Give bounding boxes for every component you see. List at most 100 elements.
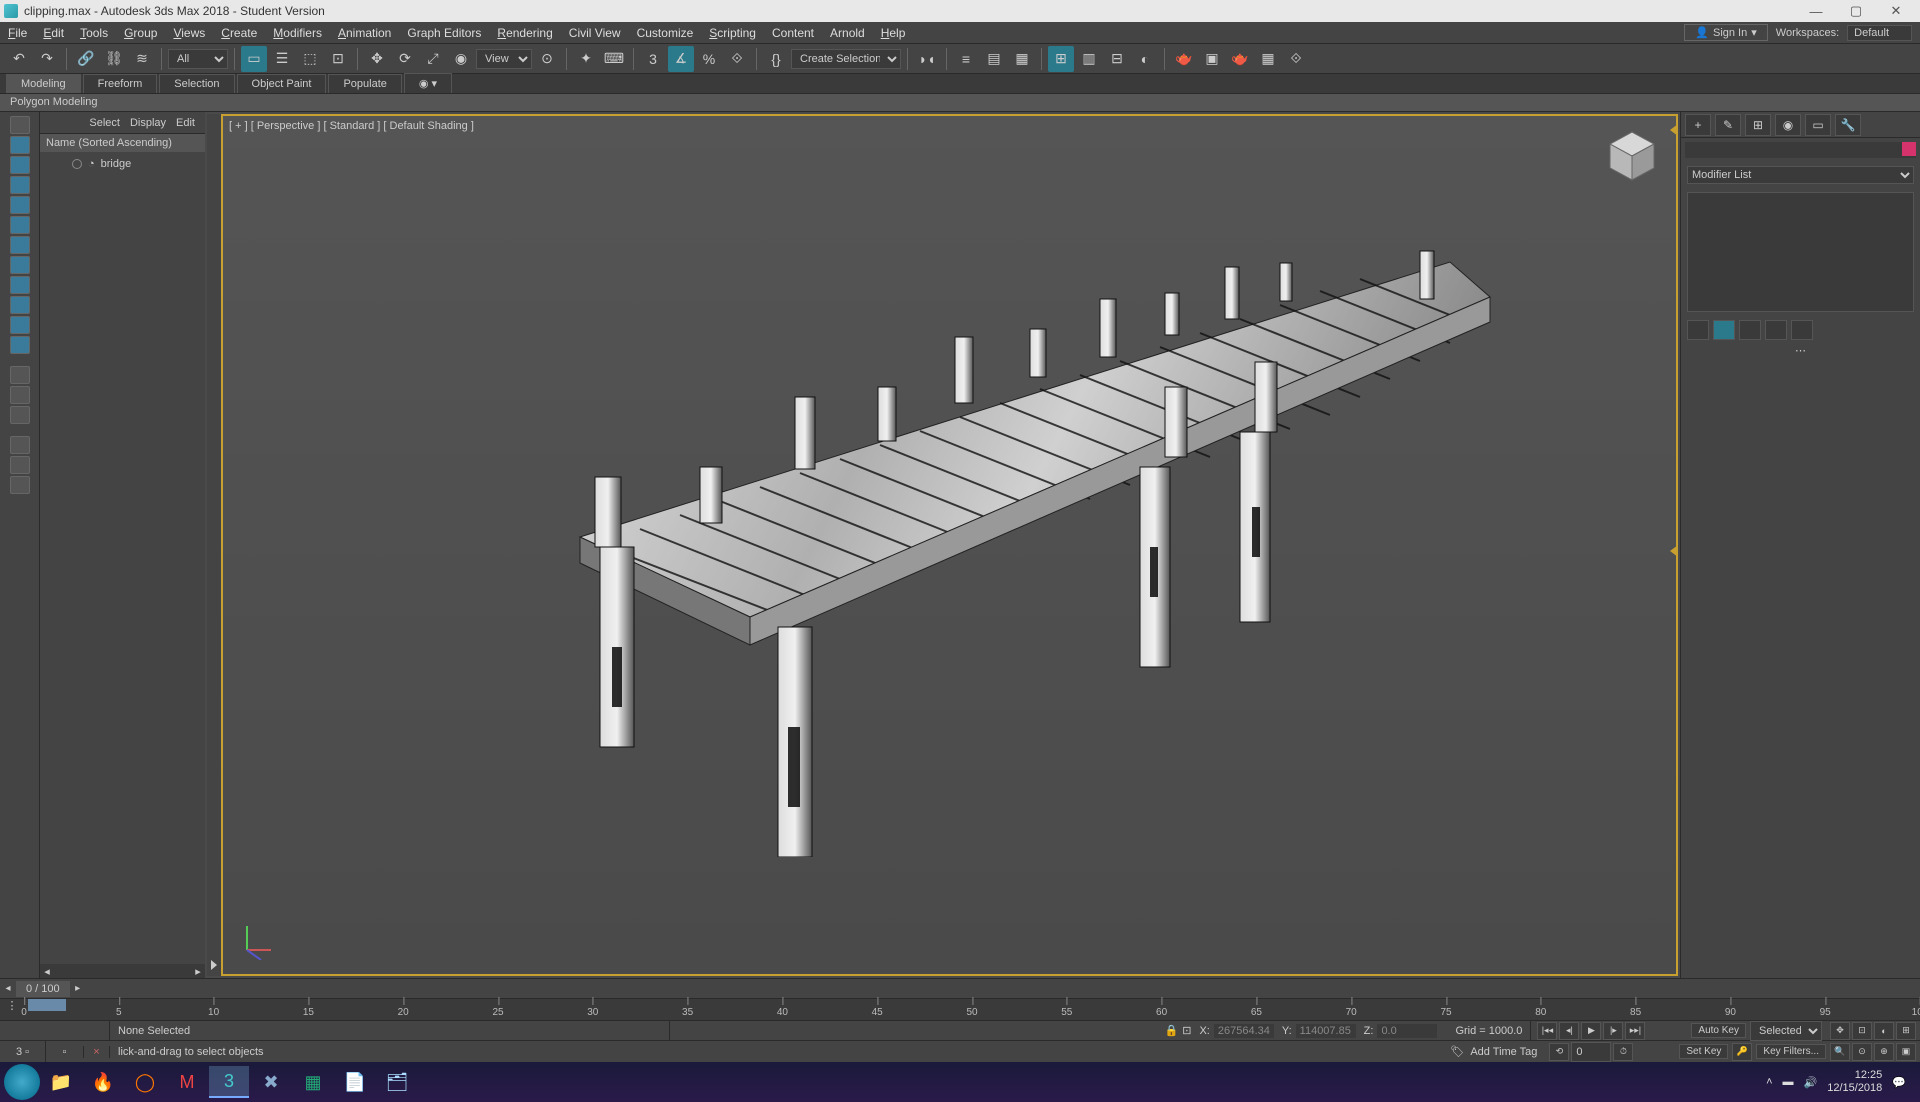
scene-tab-display[interactable]: Display (130, 117, 166, 129)
tray-clock[interactable]: 12:25 12/15/2018 (1827, 1069, 1882, 1095)
render-production-button[interactable]: 🫖 (1227, 46, 1253, 72)
task-app-x[interactable]: ✖ (251, 1066, 291, 1098)
render-frame-button[interactable]: ▣ (1199, 46, 1225, 72)
layer-explorer-button[interactable]: ▤ (981, 46, 1007, 72)
display-groups-icon[interactable] (10, 256, 30, 274)
time-config-button[interactable]: ⏱ (1613, 1043, 1633, 1061)
task-explorer-2[interactable]: 🗂 (377, 1066, 417, 1098)
display-cameras-icon[interactable] (10, 196, 30, 214)
nav-fov-button[interactable]: ◐ (1874, 1022, 1894, 1040)
render-setup-button[interactable]: 🫖 (1171, 46, 1197, 72)
task-excel[interactable]: ▦ (293, 1066, 333, 1098)
menu-file[interactable]: File (0, 22, 35, 43)
pin-stack-button[interactable] (1687, 320, 1709, 340)
object-name-field[interactable] (1685, 142, 1916, 158)
manipulate-button[interactable]: ✦ (573, 46, 599, 72)
remove-modifier-button[interactable] (1765, 320, 1787, 340)
next-frame-button[interactable]: |▸ (1603, 1022, 1623, 1040)
menu-group[interactable]: Group (116, 22, 165, 43)
filter-funnel-icon[interactable] (10, 456, 30, 474)
timetag-label[interactable]: Add Time Tag (1470, 1046, 1537, 1058)
menu-views[interactable]: Views (165, 22, 213, 43)
undo-button[interactable]: ↶ (6, 46, 32, 72)
show-end-result-button[interactable] (1713, 320, 1735, 340)
render-iterative-button[interactable]: ▦ (1255, 46, 1281, 72)
autokey-button[interactable]: Auto Key (1691, 1023, 1746, 1038)
cmdtab-utilities[interactable]: 🔧 (1835, 114, 1861, 136)
spinner-snap-button[interactable]: ⟐ (724, 46, 750, 72)
cmdtab-hierarchy[interactable]: ⊞ (1745, 114, 1771, 136)
display-xrefs-icon[interactable] (10, 276, 30, 294)
axis-gizmo[interactable] (237, 920, 277, 960)
rotate-button[interactable]: ⟳ (392, 46, 418, 72)
menu-modifiers[interactable]: Modifiers (265, 22, 330, 43)
task-app-orange[interactable]: ◯ (125, 1066, 165, 1098)
keymode-select[interactable]: Selected (1750, 1021, 1822, 1041)
lock-selection-icon[interactable]: 🔒 (1165, 1024, 1179, 1037)
maxscript-tab[interactable]: 3 ▫ (0, 1041, 46, 1062)
move-button[interactable]: ✥ (364, 46, 390, 72)
play-button[interactable]: ▶ (1581, 1022, 1601, 1040)
ribbon-panel-label[interactable]: Polygon Modeling (0, 94, 1920, 112)
goto-start-button[interactable]: |◂◂ (1537, 1022, 1557, 1040)
ref-coord-select[interactable]: View (476, 49, 532, 69)
minimize-button[interactable]: — (1796, 0, 1836, 22)
material-editor-button[interactable]: ◐ (1132, 46, 1158, 72)
menu-graph-editors[interactable]: Graph Editors (399, 22, 489, 43)
select-object-button[interactable]: ▭ (241, 46, 267, 72)
prev-frame-button[interactable]: ◂| (1559, 1022, 1579, 1040)
tray-chevron-icon[interactable]: ˄ (1766, 1076, 1772, 1088)
ribbon-tab-object-paint[interactable]: Object Paint (237, 74, 327, 93)
current-frame-input[interactable] (1571, 1042, 1611, 1062)
listener-toggle[interactable]: ▫ (46, 1046, 84, 1058)
angle-snap-button[interactable]: ∡ (668, 46, 694, 72)
selection-filter-select[interactable]: All (168, 49, 228, 69)
task-gmail[interactable]: M (167, 1066, 207, 1098)
time-slider[interactable]: ◂ 0 / 100 ▸ (0, 978, 1920, 998)
z-value[interactable]: 0.0 (1377, 1024, 1437, 1038)
display-toggle-2-icon[interactable] (10, 386, 30, 404)
object-color-swatch[interactable] (1902, 142, 1916, 156)
workspace-select[interactable]: Default (1847, 25, 1912, 41)
nav-zoom-extents-button[interactable]: ⊡ (1852, 1022, 1872, 1040)
menu-civil-view[interactable]: Civil View (561, 22, 629, 43)
tray-volume-icon[interactable]: 🔊 (1804, 1076, 1818, 1089)
display-bones-icon[interactable] (10, 296, 30, 314)
x-value[interactable]: 267564.34 (1214, 1024, 1274, 1038)
scene-tab-edit[interactable]: Edit (176, 117, 195, 129)
track-bar[interactable]: ⋮ 05101520253035404550556065707580859095… (0, 998, 1920, 1020)
ribbon-tab-freeform[interactable]: Freeform (83, 74, 158, 93)
dope-sheet-button[interactable]: ▥ (1076, 46, 1102, 72)
keyfilters-button[interactable]: Key Filters... (1756, 1044, 1826, 1059)
tray-notifications-icon[interactable]: 💬 (1892, 1076, 1906, 1089)
cmdtab-display[interactable]: ▭ (1805, 114, 1831, 136)
y-value[interactable]: 114007.85 (1296, 1024, 1356, 1038)
ribbon-tab-populate[interactable]: Populate (328, 74, 401, 93)
scroll-left-icon[interactable]: ◂ (40, 965, 54, 978)
maximize-button[interactable]: ▢ (1836, 0, 1876, 22)
maxscript-mini[interactable] (0, 1021, 110, 1040)
listener-close[interactable]: × (84, 1046, 110, 1058)
display-toggle-1-icon[interactable] (10, 366, 30, 384)
visibility-icon[interactable] (72, 159, 82, 169)
viewport-label[interactable]: [ + ] [ Perspective ] [ Standard ] [ Def… (229, 120, 474, 132)
menu-rendering[interactable]: Rendering (489, 22, 560, 43)
modifier-stack[interactable] (1687, 192, 1914, 312)
scene-item-bridge[interactable]: ◔ bridge (46, 156, 199, 172)
menu-customize[interactable]: Customize (629, 22, 702, 43)
scroll-right-icon[interactable]: ▸ (191, 965, 205, 978)
scene-column-header[interactable]: Name (Sorted Ascending) (40, 134, 205, 152)
cmdtab-motion[interactable]: ◉ (1775, 114, 1801, 136)
timeslider-next[interactable]: ▸ (70, 983, 86, 994)
ribbon-tab-modeling[interactable]: Modeling (6, 74, 81, 93)
keyfilter-icon[interactable]: 🔑 (1732, 1043, 1752, 1061)
panel-drag-handle[interactable]: ⋯ (1681, 344, 1920, 350)
start-button[interactable] (4, 1064, 40, 1100)
link-button[interactable]: 🔗 (73, 46, 99, 72)
ribbon-tab-overflow[interactable]: ◉ ▾ (404, 73, 452, 93)
menu-edit[interactable]: Edit (35, 22, 72, 43)
task-firefox[interactable]: 🔥 (83, 1066, 123, 1098)
display-toggle-3-icon[interactable] (10, 406, 30, 424)
tray-network-icon[interactable]: ▬ (1783, 1076, 1794, 1088)
task-3dsmax[interactable]: 3 (209, 1066, 249, 1098)
